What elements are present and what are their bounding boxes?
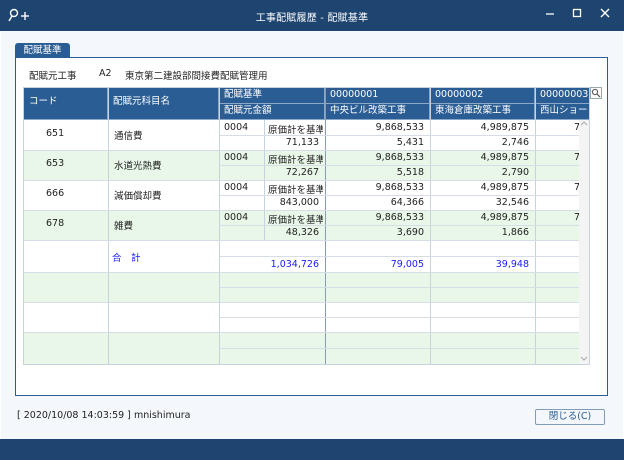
grid-line xyxy=(219,317,581,318)
grid-line xyxy=(24,150,581,151)
row-3-amount[interactable]: 843,000 xyxy=(219,197,325,208)
grid-line xyxy=(24,180,581,181)
grid-line xyxy=(108,88,109,364)
row-3-p1-base[interactable]: 9,868,533 xyxy=(325,182,430,193)
row-4-amount[interactable]: 48,326 xyxy=(219,227,325,238)
grid-line xyxy=(24,210,581,211)
row-4-p2-alloc[interactable]: 1,866 xyxy=(430,227,535,238)
row-1-p1-base[interactable]: 9,868,533 xyxy=(325,122,430,133)
row-1-account[interactable]: 通信費 xyxy=(114,128,143,142)
row-1-basis-name[interactable]: 原価計を基準 xyxy=(268,122,323,136)
header-source-amount: 配賦元金額 xyxy=(219,104,325,120)
row-4-p2-base[interactable]: 4,989,875 xyxy=(430,212,535,223)
row-2-p2-alloc[interactable]: 2,790 xyxy=(430,167,535,178)
row-2-account[interactable]: 水道光熱費 xyxy=(114,158,162,172)
row-4-p1-base[interactable]: 9,868,533 xyxy=(325,212,430,223)
header-code: コード xyxy=(24,88,108,120)
total-amount: 1,034,726 xyxy=(270,259,319,270)
header-project-2-code: 00000002 xyxy=(430,88,535,104)
row-3-basis-name[interactable]: 原価計を基準 xyxy=(268,182,323,196)
row-4-basis-code[interactable]: 0004 xyxy=(224,212,248,223)
status-bar: [ 2020/10/08 14:03:59 ] mnishimura xyxy=(17,410,190,421)
row-3-p2-base[interactable]: 4,989,875 xyxy=(430,182,535,193)
header-basis: 配賦基準 xyxy=(219,88,325,104)
row-3-code[interactable]: 666 xyxy=(46,188,64,199)
row-2-p1-base[interactable]: 9,868,533 xyxy=(325,152,430,163)
header-account-name: 配賦元科目名 xyxy=(108,88,219,120)
source-label: 配賦元工事 xyxy=(29,71,77,82)
row-2-basis-code[interactable]: 0004 xyxy=(224,152,248,163)
allocation-grid[interactable]: コード 配賦元科目名 配賦基準 配賦元金額 00000001 中央ビル改築工事 … xyxy=(23,87,590,365)
row-1-code[interactable]: 651 xyxy=(46,128,64,139)
header-project-3-code: 00000003 xyxy=(535,88,589,104)
row-3-p2-alloc[interactable]: 32,546 xyxy=(430,197,535,208)
maximize-icon[interactable] xyxy=(566,5,588,25)
row-1-p1-alloc[interactable]: 5,431 xyxy=(325,137,430,148)
grid-line xyxy=(24,240,581,241)
title-bar: 工事配賦履歴 - 配賦基準 xyxy=(0,0,624,31)
grid-line xyxy=(219,256,581,257)
vertical-scrollbar[interactable] xyxy=(579,120,589,364)
row-4-p1-alloc[interactable]: 3,690 xyxy=(325,227,430,238)
close-button[interactable]: 閉じる(C) xyxy=(535,409,605,425)
row-2-amount[interactable]: 72,267 xyxy=(219,167,325,178)
grid-line xyxy=(219,287,581,288)
row-1-amount[interactable]: 71,133 xyxy=(219,137,325,148)
header-project-1-code: 00000001 xyxy=(325,88,430,104)
row-4-basis-name[interactable]: 原価計を基準 xyxy=(268,212,323,226)
row-1-basis-code[interactable]: 0004 xyxy=(224,122,248,133)
total-p1: 79,005 xyxy=(390,259,424,270)
grid-line xyxy=(219,348,581,349)
row-2-p2-base[interactable]: 4,989,875 xyxy=(430,152,535,163)
row-3-p1-alloc[interactable]: 64,366 xyxy=(325,197,430,208)
close-icon[interactable] xyxy=(594,5,616,25)
grid-line xyxy=(535,88,536,364)
footer-bar xyxy=(0,439,624,460)
header-project-2-name: 東海倉庫改築工事 xyxy=(430,104,535,120)
window-title: 工事配賦履歴 - 配賦基準 xyxy=(255,13,369,24)
row-3-account[interactable]: 減価償却費 xyxy=(114,188,162,202)
total-p2: 39,948 xyxy=(495,259,529,270)
row-2-code[interactable]: 653 xyxy=(46,158,64,169)
source-code: A2 xyxy=(99,68,112,79)
status-timestamp: [ 2020/10/08 14:03:59 ] xyxy=(17,410,131,421)
total-label: 合 計 xyxy=(112,253,141,264)
grid-line xyxy=(24,302,581,303)
row-2-p1-alloc[interactable]: 5,518 xyxy=(325,167,430,178)
header-project-1-name: 中央ビル改築工事 xyxy=(325,104,430,120)
status-user: mnishimura xyxy=(133,410,191,421)
header-project-3-name: 西山ショー xyxy=(535,104,589,120)
source-name: 東京第二建設部間接費配賦管理用 xyxy=(125,71,268,82)
row-2-basis-name[interactable]: 原価計を基準 xyxy=(268,152,323,166)
grid-line xyxy=(24,332,581,333)
row-1-p2-alloc[interactable]: 2,746 xyxy=(430,137,535,148)
row-1-p2-base[interactable]: 4,989,875 xyxy=(430,122,535,133)
tab-allocation-basis[interactable]: 配賦基準 xyxy=(15,43,70,58)
minimize-icon[interactable] xyxy=(539,5,561,25)
row-4-code[interactable]: 678 xyxy=(46,218,64,229)
grid-line xyxy=(24,272,581,273)
zoom-icon[interactable] xyxy=(590,87,602,99)
row-3-basis-code[interactable]: 0004 xyxy=(224,182,248,193)
row-4-account[interactable]: 雑費 xyxy=(114,218,133,232)
